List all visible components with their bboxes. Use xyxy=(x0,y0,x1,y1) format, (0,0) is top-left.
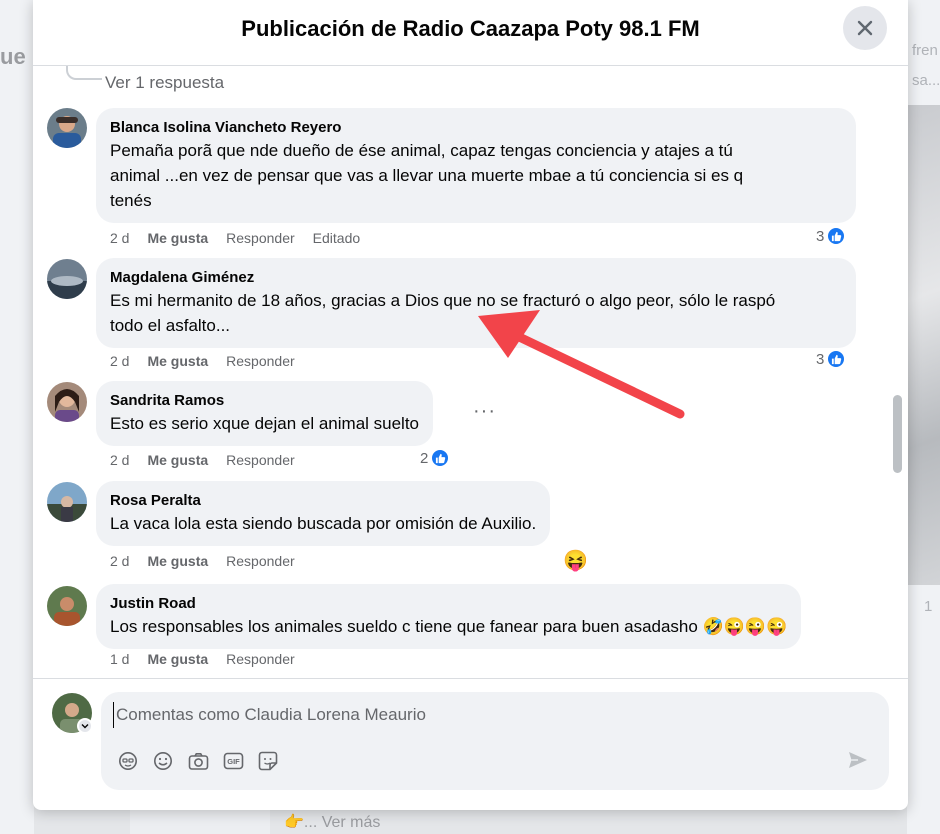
comment-text: Es mi hermanito de 18 años, gracias a Di… xyxy=(110,291,776,310)
comment-time[interactable]: 2 d xyxy=(110,230,129,246)
background-text-fragment: fren xyxy=(912,42,938,59)
reply-button[interactable]: Responder xyxy=(226,553,295,569)
see-replies-link[interactable]: Ver 1 respuesta xyxy=(105,73,224,93)
edited-label: Editado xyxy=(312,230,361,246)
comment-bubble: Justin Road Los responsables los animale… xyxy=(96,584,802,649)
comment-time[interactable]: 1 d xyxy=(110,651,129,667)
avatar[interactable] xyxy=(47,259,87,299)
avatar[interactable] xyxy=(47,382,87,422)
sticker-button[interactable] xyxy=(257,750,279,772)
like-button[interactable]: Me gusta xyxy=(147,452,208,468)
reaction-number: 3 xyxy=(816,350,825,368)
comment-bubble: Blanca Isolina Viancheto Reyero Pemaña p… xyxy=(96,108,856,223)
comments-list[interactable]: Ver 1 respuesta Blanca Isolina Viancheto… xyxy=(33,66,908,678)
reaction-number: 3 xyxy=(816,227,825,245)
like-button[interactable]: Me gusta xyxy=(147,353,208,369)
comment-text: animal ...en vez de pensar que vas a lle… xyxy=(110,166,744,185)
background-text-fragment: 1 xyxy=(924,598,933,615)
see-more-link[interactable]: 👉... Ver más xyxy=(284,812,380,832)
like-icon xyxy=(826,226,847,246)
background-bar xyxy=(130,808,270,834)
comment-time[interactable]: 2 d xyxy=(110,452,129,468)
like-icon xyxy=(430,448,451,468)
chevron-down-icon xyxy=(81,724,89,729)
post-dialog: Publicación de Radio Caazapa Poty 98.1 F… xyxy=(33,0,908,810)
comment-time[interactable]: 2 d xyxy=(110,553,129,569)
comment-bubble: Rosa Peralta La vaca lola esta siendo bu… xyxy=(96,481,551,546)
send-button[interactable] xyxy=(847,750,869,775)
sticker-icon xyxy=(258,751,278,771)
svg-text:GIF: GIF xyxy=(227,757,240,766)
avatar[interactable] xyxy=(47,482,87,522)
close-button[interactable] xyxy=(843,6,887,50)
background-image xyxy=(907,105,940,585)
camera-icon xyxy=(188,752,208,770)
comment-time[interactable]: 2 d xyxy=(110,353,129,369)
account-switcher[interactable] xyxy=(77,718,93,734)
dialog-title: Publicación de Radio Caazapa Poty 98.1 F… xyxy=(241,16,700,41)
like-button[interactable]: Me gusta xyxy=(147,230,208,246)
comment-author[interactable]: Justin Road xyxy=(110,593,787,614)
avatar-sticker-icon xyxy=(119,752,137,770)
reply-button[interactable]: Responder xyxy=(226,353,295,369)
comment-composer: GIF xyxy=(101,692,889,790)
more-options-button[interactable]: ··· xyxy=(473,400,496,423)
reaction-emoji[interactable]: 😝 xyxy=(563,548,588,573)
gif-icon: GIF xyxy=(223,752,243,770)
comment-author[interactable]: Magdalena Giménez xyxy=(110,267,842,288)
like-icon xyxy=(826,349,847,369)
comment-text: Esto es serio xque dejan el animal suelt… xyxy=(110,414,420,433)
comment-actions: 2 d Me gusta Responder xyxy=(110,553,313,569)
comment-input[interactable] xyxy=(113,702,813,728)
comment-bubble: Sandrita Ramos Esto es serio xque dejan … xyxy=(96,381,434,446)
reaction-count[interactable]: 2 xyxy=(420,448,451,468)
avatar[interactable] xyxy=(47,586,87,626)
background-text-fragment: ue xyxy=(0,44,26,69)
emoji-button[interactable] xyxy=(152,750,174,772)
composer-divider xyxy=(33,678,908,679)
reaction-number: 2 xyxy=(420,449,429,467)
background-left-panel xyxy=(0,0,34,834)
comment-actions: 2 d Me gusta Responder Editado xyxy=(110,230,378,246)
comment-text: Pemaña porã que nde dueño de ése animal,… xyxy=(110,141,733,160)
like-button[interactable]: Me gusta xyxy=(147,553,208,569)
reply-button[interactable]: Responder xyxy=(226,230,295,246)
comment-actions: 2 d Me gusta Responder xyxy=(110,353,313,369)
reply-button[interactable]: Responder xyxy=(226,651,295,667)
send-icon xyxy=(849,752,867,768)
comment-author[interactable]: Sandrita Ramos xyxy=(110,390,419,411)
comment-text: La vaca lola esta siendo buscada por omi… xyxy=(110,514,537,533)
composer-toolbar: GIF xyxy=(117,750,279,772)
reaction-emoji-icon: 😝 xyxy=(563,550,588,572)
comment-author[interactable]: Rosa Peralta xyxy=(110,490,536,511)
reaction-count[interactable]: 3 xyxy=(816,349,847,369)
scrollbar-thumb[interactable] xyxy=(893,395,902,473)
see-more-label: Ver más xyxy=(321,814,381,831)
like-button[interactable]: Me gusta xyxy=(147,651,208,667)
dialog-header: Publicación de Radio Caazapa Poty 98.1 F… xyxy=(33,0,908,66)
reaction-count[interactable]: 3 xyxy=(816,226,847,246)
photo-button[interactable] xyxy=(187,750,209,772)
gif-button[interactable]: GIF xyxy=(222,750,244,772)
comment-actions: 2 d Me gusta Responder xyxy=(110,452,313,468)
comment-author[interactable]: Blanca Isolina Viancheto Reyero xyxy=(110,117,842,138)
close-icon xyxy=(857,20,873,36)
comment-text: tenés xyxy=(110,191,152,210)
background-text-fragment: sa... xyxy=(912,72,940,89)
comment-actions: 1 d Me gusta Responder xyxy=(110,651,313,667)
avatar-sticker-button[interactable] xyxy=(117,750,139,772)
comment-text: todo el asfalto... xyxy=(110,316,231,335)
emoji-icon xyxy=(154,752,172,770)
comment-text: Los responsables los animales sueldo c t… xyxy=(110,617,788,636)
reply-thread-line xyxy=(66,66,102,80)
comment-bubble: Magdalena Giménez Es mi hermanito de 18 … xyxy=(96,258,856,348)
reply-button[interactable]: Responder xyxy=(226,452,295,468)
avatar[interactable] xyxy=(47,108,87,148)
